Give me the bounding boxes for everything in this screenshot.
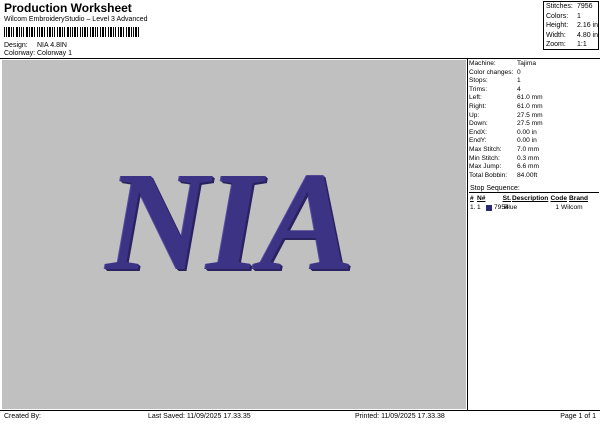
thread-color-icon <box>486 204 492 211</box>
param-row: Machine: Tajima <box>469 60 599 69</box>
col-stitches: St. <box>502 195 511 202</box>
design-summary-box: Stitches: 7956 Colors: 1 Height: 2.16 in… <box>543 1 599 50</box>
param-label: Machine: <box>469 60 496 67</box>
printed-date: Printed: 11/09/2025 17.33.38 <box>355 413 445 420</box>
param-value: 61.0 mm <box>517 94 543 102</box>
param-row: EndY: 0.00 in <box>469 137 599 146</box>
param-label: Trims: <box>469 85 488 93</box>
param-label: Right: <box>469 102 487 110</box>
header-divider <box>0 58 600 59</box>
stop-table-header: # N# St. Description Code Brand <box>469 194 600 203</box>
param-value: 0.00 in <box>517 137 537 145</box>
param-row: Right: 61.0 mm <box>469 103 599 112</box>
footer-divider <box>0 410 600 411</box>
param-value: 27.5 mm <box>517 111 543 119</box>
summary-width: Width: 4.80 in <box>544 31 598 41</box>
col-description: Description <box>512 195 549 202</box>
colorway-value: Colorway 1 <box>37 50 73 57</box>
param-row: Max Jump: 6.6 mm <box>469 163 599 172</box>
barcode <box>4 27 139 37</box>
param-label: Min Stitch: <box>469 154 500 162</box>
row-brand: Wilcom <box>561 204 583 211</box>
stitches-value: 7956 <box>577 3 593 10</box>
colorway-label: Colorway: <box>4 50 36 57</box>
param-row: Up: 27.5 mm <box>469 112 599 121</box>
param-label: Max Jump: <box>469 163 502 171</box>
colors-label: Colors: <box>546 12 569 20</box>
stop-sequence-title: Stop Sequence: <box>469 184 599 193</box>
table-row: 1. 1 7954 Blue 1 Wilcom <box>469 203 600 212</box>
param-label: Stops: <box>469 77 488 85</box>
last-saved: Last Saved: 11/09/2025 17.33.35 <box>148 413 251 420</box>
col-brand: Brand <box>569 195 589 202</box>
param-value: 27.5 mm <box>517 120 543 128</box>
colorway-row: Colorway: Colorway 1 <box>4 50 72 57</box>
software-subtitle: Wilcom EmbroideryStudio – Level 3 Advanc… <box>4 16 148 23</box>
param-label: Total Bobbin: <box>469 171 508 179</box>
param-label: Up: <box>469 111 480 119</box>
design-label: Design: <box>4 42 28 49</box>
summary-colors: Colors: 1 <box>544 12 598 22</box>
design-preview-canvas: NIA <box>2 60 466 409</box>
machine-parameters-panel: Machine: Tajima Color changes: 0 Stops: 1 T… <box>469 60 599 180</box>
panel-divider <box>467 58 468 410</box>
summary-zoom: Zoom: 1:1 <box>544 40 598 50</box>
row-code: 1 <box>555 204 559 211</box>
param-row: Stops: 1 <box>469 77 599 86</box>
worksheet-title: Production Worksheet <box>4 1 132 15</box>
param-value: 84.00ft <box>517 171 538 179</box>
summary-height: Height: 2.16 in <box>544 21 598 31</box>
row-needle: 1 <box>477 204 481 211</box>
param-row: Left: 61.0 mm <box>469 94 599 103</box>
param-row: Max Stitch: 7.0 mm <box>469 146 599 155</box>
param-row: Trims: 4 <box>469 86 599 95</box>
param-value: 7.0 mm <box>517 145 539 153</box>
height-value: 2.16 in <box>576 22 599 29</box>
param-label: EndY: <box>469 137 487 145</box>
stitches-label: Stitches: <box>546 3 573 10</box>
embroidery-design-text: NIA <box>106 142 355 300</box>
param-value: 61.0 mm <box>517 102 543 110</box>
created-by: Created By: <box>4 413 41 420</box>
color-swatch <box>486 204 494 211</box>
col-number: # <box>470 195 474 202</box>
param-value: 0 <box>517 68 521 76</box>
zoom-value: 1:1 <box>577 41 587 48</box>
param-value: 1 <box>517 77 521 85</box>
param-row: EndX: 0.00 in <box>469 129 599 138</box>
param-label: Max Stitch: <box>469 145 502 153</box>
param-row: Color changes: 0 <box>469 69 599 78</box>
zoom-label: Zoom: <box>546 41 566 48</box>
width-label: Width: <box>546 31 566 39</box>
param-label: Left: <box>469 94 482 102</box>
param-label: Color changes: <box>469 68 514 76</box>
param-row: Down: 27.5 mm <box>469 120 599 129</box>
param-row: Min Stitch: 0.3 mm <box>469 155 599 164</box>
page-number: Page 1 of 1 <box>560 413 596 420</box>
param-value: 0.3 mm <box>517 154 539 162</box>
stop-sequence-table: # N# St. Description Code Brand 1. 1 795… <box>469 194 600 212</box>
param-label: EndX: <box>469 128 487 136</box>
width-value: 4.80 in <box>576 31 599 39</box>
param-value: Tajima <box>517 60 537 67</box>
summary-stitches: Stitches: 7956 <box>544 2 598 12</box>
row-stitches: 7954 <box>494 204 509 211</box>
design-row: Design: NIA 4.8IN <box>4 42 67 49</box>
col-needle: N# <box>477 195 486 202</box>
row-description: Blue <box>504 204 518 211</box>
param-value: 4 <box>517 85 521 93</box>
row-number: 1. <box>470 204 476 211</box>
col-code: Code <box>550 195 567 202</box>
colors-value: 1 <box>577 12 581 20</box>
param-label: Down: <box>469 120 488 128</box>
param-value: 6.6 mm <box>517 163 539 171</box>
param-value: 0.00 in <box>517 128 537 136</box>
param-row: Total Bobbin: 84.00ft <box>469 172 599 181</box>
design-value: NIA 4.8IN <box>37 42 67 49</box>
height-label: Height: <box>546 22 569 29</box>
